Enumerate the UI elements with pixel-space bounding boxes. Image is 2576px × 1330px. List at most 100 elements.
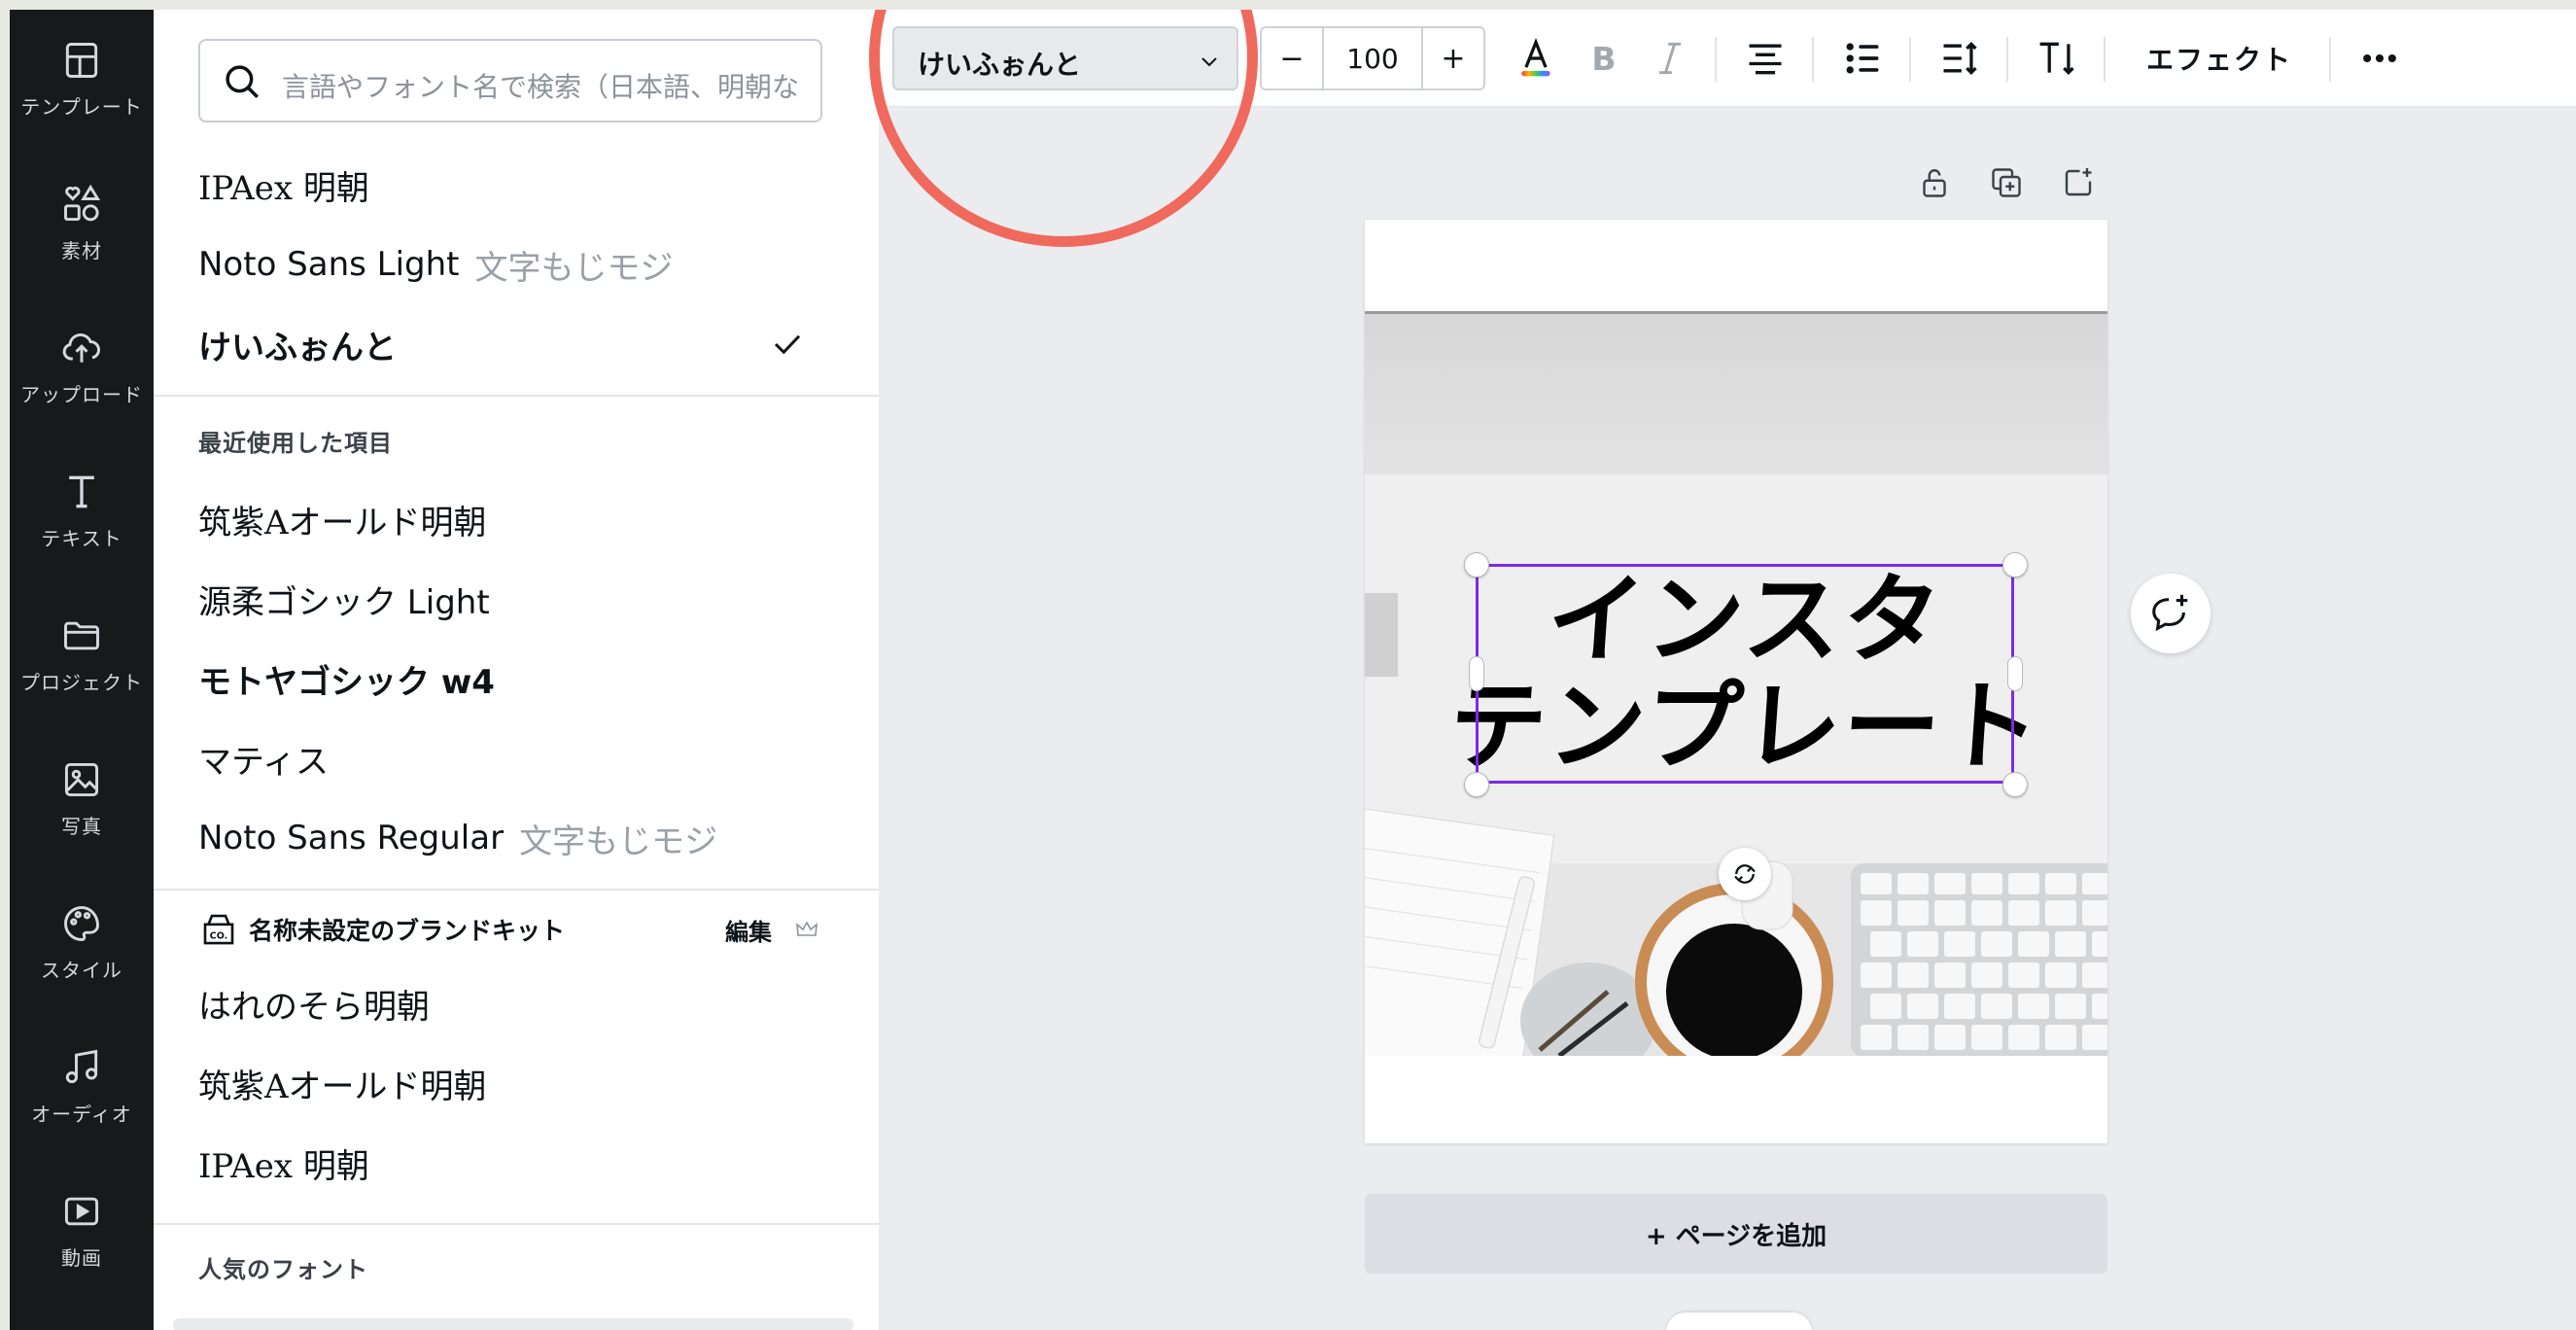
selection-box <box>1476 564 2014 784</box>
resize-handle-top-left[interactable] <box>1464 552 1489 578</box>
list-icon <box>1846 43 1879 74</box>
font-size-input[interactable]: 100 <box>1324 28 1421 88</box>
font-item-partial[interactable] <box>173 1318 853 1330</box>
folder-icon <box>64 621 99 650</box>
align-button[interactable] <box>1738 31 1793 86</box>
italic-button[interactable] <box>1643 31 1697 86</box>
spacing-button[interactable] <box>1932 31 1987 86</box>
svg-text:CO.: CO. <box>210 931 228 942</box>
font-item[interactable]: モトヤゴシック w4 <box>198 649 822 708</box>
font-item[interactable]: IPAex 明朝 <box>198 156 822 214</box>
font-name: Noto Sans Light <box>198 245 460 284</box>
brand-kit-name: 名称未設定のブランドキット <box>249 917 566 945</box>
font-item[interactable]: Noto Sans Light 文字もじモジ <box>198 235 822 294</box>
rotate-icon <box>1734 864 1756 884</box>
toolbar-divider <box>2006 37 2008 82</box>
divider <box>154 1223 879 1225</box>
font-sample: 文字もじモジ <box>474 248 674 288</box>
font-name: けいふぉんと <box>198 328 397 368</box>
rail-label: 写真 <box>61 815 102 838</box>
brand-kit-edit-button[interactable]: 編集 <box>725 913 772 947</box>
font-family-dropdown[interactable]: けいふぉんと <box>892 26 1238 90</box>
font-item[interactable]: 源柔ゴシック Light <box>198 570 822 628</box>
cloud-upload-icon <box>62 332 100 363</box>
font-item[interactable]: 筑紫Aオールド明朝 <box>198 490 822 548</box>
italic-icon <box>1659 42 1681 75</box>
font-size-decrease-button[interactable]: − <box>1262 28 1324 88</box>
font-name: IPAex 明朝 <box>198 1146 369 1186</box>
font-item[interactable]: はれのそら明朝 <box>198 974 822 1032</box>
text-toolbar: けいふぉんと − 100 + B エフェクト <box>879 10 2576 107</box>
toolbar-divider <box>2104 37 2106 82</box>
checkmark-icon <box>774 334 801 355</box>
rail-label: アップロード <box>20 383 143 406</box>
add-comment-button[interactable] <box>2131 574 2210 653</box>
rail-label: プロジェクト <box>20 671 143 694</box>
font-name: 筑紫Aオールド明朝 <box>198 503 487 542</box>
text-icon <box>69 475 94 508</box>
font-item-selected[interactable]: けいふぉんと <box>198 315 822 373</box>
template-icon <box>65 43 98 78</box>
resize-handle-top-right[interactable] <box>2002 552 2028 578</box>
crown-icon <box>796 921 818 936</box>
resize-handle-bottom-left[interactable] <box>1464 772 1489 797</box>
rail-item-photos[interactable]: 写真 <box>10 729 154 865</box>
divider <box>154 889 879 891</box>
search-icon <box>226 65 259 98</box>
resize-handle-right[interactable] <box>2007 656 2023 691</box>
bold-icon: B <box>1591 40 1616 78</box>
font-name: Noto Sans Regular <box>198 819 505 858</box>
font-name: IPAex 明朝 <box>198 168 369 208</box>
add-page-button[interactable]: + ページを追加 <box>1365 1194 2107 1274</box>
video-icon <box>64 1197 99 1226</box>
left-rail: テンプレート 素材 アップロード テキスト プロジェクト 写真 スタイル オーデ… <box>10 10 154 1330</box>
rotate-button[interactable] <box>1719 848 1771 900</box>
rail-item-audio[interactable]: オーディオ <box>10 1017 154 1153</box>
font-item[interactable]: 筑紫Aオールド明朝 <box>198 1054 822 1112</box>
rail-item-text[interactable]: テキスト <box>10 441 154 578</box>
rail-item-styles[interactable]: スタイル <box>10 873 154 1009</box>
font-name: マティス <box>198 742 329 782</box>
rail-label: テンプレート <box>20 95 143 119</box>
toolbar-divider <box>1715 37 1717 82</box>
toolbar-divider <box>2329 37 2331 82</box>
popular-heading: 人気のフォント <box>198 1256 368 1283</box>
resize-handle-left[interactable] <box>1469 656 1484 691</box>
add-page-icon[interactable] <box>2061 165 2096 200</box>
rail-label: 動画 <box>61 1246 102 1270</box>
duplicate-page-icon[interactable] <box>1989 165 2024 200</box>
editor-window: テンプレート 素材 アップロード テキスト プロジェクト 写真 スタイル オーデ… <box>10 10 2576 1330</box>
font-item[interactable]: マティス <box>198 729 822 788</box>
rail-item-upload[interactable]: アップロード <box>10 298 154 434</box>
more-button[interactable] <box>2352 31 2407 86</box>
rail-item-templates[interactable]: テンプレート <box>10 10 154 146</box>
rail-item-projects[interactable]: プロジェクト <box>10 585 154 721</box>
keyboard <box>1851 863 2107 1056</box>
text-direction-icon <box>2039 42 2074 76</box>
effects-button[interactable]: エフェクト <box>2146 33 2292 84</box>
lock-icon[interactable] <box>1917 165 1952 200</box>
text-color-button[interactable] <box>1509 31 1563 86</box>
font-name: はれのそら明朝 <box>198 987 430 1027</box>
rail-item-elements[interactable]: 素材 <box>10 154 154 290</box>
rail-label: オーディオ <box>31 1102 132 1126</box>
rail-label: 素材 <box>61 239 102 262</box>
font-family-value: けいふぉんと <box>918 49 1082 81</box>
rail-label: スタイル <box>41 959 122 982</box>
rail-item-video[interactable]: 動画 <box>10 1161 154 1297</box>
toolbar-divider <box>1812 37 1814 82</box>
font-size-increase-button[interactable]: + <box>1421 28 1483 88</box>
text-direction-button[interactable] <box>2030 31 2084 86</box>
brand-kit-header: CO. 名称未設定のブランドキット 編集 <box>198 906 822 953</box>
font-search-input[interactable]: 言語やフォント名で検索（日本語、明朝な <box>198 39 822 122</box>
bold-button[interactable]: B <box>1577 31 1631 86</box>
list-button[interactable] <box>1835 31 1890 86</box>
font-item[interactable]: IPAex 明朝 <box>198 1134 822 1192</box>
resize-handle-bottom-right[interactable] <box>2002 772 2028 797</box>
recent-heading: 最近使用した項目 <box>198 430 393 457</box>
bottom-toggle[interactable] <box>1666 1312 1812 1330</box>
font-item[interactable]: Noto Sans Regular 文字もじモジ <box>198 809 822 867</box>
align-center-icon <box>1749 44 1782 75</box>
rail-label: テキスト <box>41 527 122 550</box>
divider <box>154 395 879 397</box>
